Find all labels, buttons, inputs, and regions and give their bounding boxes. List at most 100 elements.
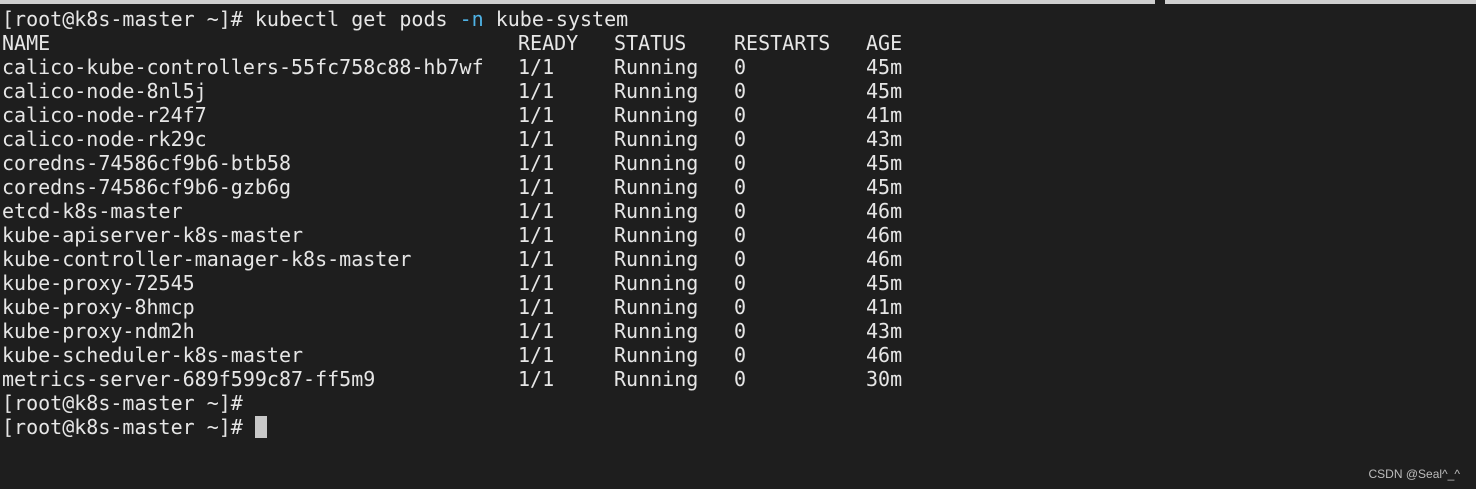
pod-name: calico-kube-controllers-55fc758c88-hb7wf [2, 55, 484, 79]
pod-restarts: 0 [734, 247, 747, 271]
table-row: metrics-server-689f599c87-ff5m9 1/1 Runnin… [2, 367, 1476, 391]
table-row: etcd-k8s-master 1/1 Running 0 46m [2, 199, 1476, 223]
pod-ready: 1/1 [518, 223, 555, 247]
pod-restarts: 0 [734, 103, 747, 127]
pod-age: 41m [866, 103, 903, 127]
pod-age: 45m [866, 175, 903, 199]
text-cursor[interactable] [254, 416, 267, 438]
table-row: coredns-74586cf9b6-gzb6g 1/1 Running 0 45m [2, 175, 1476, 199]
pod-status: Running [614, 271, 699, 295]
pod-age: 46m [866, 343, 903, 367]
table-row: kube-proxy-8hmcp 1/1 Running 0 41m [2, 295, 1476, 319]
terminal-window[interactable]: [root@k8s-master ~]# kubectl get pods -n… [0, 0, 1476, 489]
pod-ready: 1/1 [518, 343, 555, 367]
pod-name: kube-proxy-72545 [2, 271, 195, 295]
pod-name: coredns-74586cf9b6-btb58 [2, 151, 291, 175]
pod-list: calico-kube-controllers-55fc758c88-hb7wf… [2, 55, 1476, 391]
header-name: NAME [2, 31, 51, 55]
command-text: kubectl get pods [254, 7, 460, 31]
pod-age: 45m [866, 151, 903, 175]
shell-prompt-line: [root@k8s-master ~]# [2, 391, 1476, 415]
watermark: CSDN @Seal^_^ [1368, 467, 1460, 481]
pod-age: 45m [866, 271, 903, 295]
pod-ready: 1/1 [518, 55, 555, 79]
pod-name: coredns-74586cf9b6-gzb6g [2, 175, 291, 199]
command-line: [root@k8s-master ~]# kubectl get pods -n… [2, 7, 1476, 31]
table-header: NAME READY STATUS RESTARTS AGE [2, 31, 1476, 55]
pod-ready: 1/1 [518, 271, 555, 295]
pod-age: 46m [866, 199, 903, 223]
header-restarts: RESTARTS [734, 31, 831, 55]
pod-name: kube-controller-manager-k8s-master [2, 247, 412, 271]
pod-ready: 1/1 [518, 367, 555, 391]
pod-name: etcd-k8s-master [2, 199, 183, 223]
table-row: kube-proxy-72545 1/1 Running 0 45m [2, 271, 1476, 295]
pod-name: kube-apiserver-k8s-master [2, 223, 304, 247]
pod-name: metrics-server-689f599c87-ff5m9 [2, 367, 376, 391]
pod-age: 43m [866, 319, 903, 343]
pod-ready: 1/1 [518, 79, 555, 103]
pod-restarts: 0 [734, 319, 747, 343]
table-row: coredns-74586cf9b6-btb58 1/1 Running 0 45m [2, 151, 1476, 175]
shell-prompt: [root@k8s-master ~]# [2, 391, 243, 415]
table-row: calico-node-8nl5j 1/1 Running 0 45m [2, 79, 1476, 103]
table-row: kube-proxy-ndm2h 1/1 Running 0 43m [2, 319, 1476, 343]
pod-age: 45m [866, 55, 903, 79]
pod-name: calico-node-8nl5j [2, 79, 207, 103]
active-prompt-line[interactable]: [root@k8s-master ~]# [2, 415, 1476, 439]
table-row: kube-apiserver-k8s-master 1/1 Running 0 46m [2, 223, 1476, 247]
table-row: calico-kube-controllers-55fc758c88-hb7wf… [2, 55, 1476, 79]
table-row: kube-scheduler-k8s-master 1/1 Running 0 46m [2, 343, 1476, 367]
table-row: calico-node-r24f7 1/1 Running 0 41m [2, 103, 1476, 127]
header-ready: READY [518, 31, 579, 55]
top-edge-segment [0, 0, 1155, 4]
window-top-edge [0, 0, 1476, 6]
pod-restarts: 0 [734, 367, 747, 391]
pod-age: 45m [866, 79, 903, 103]
pod-ready: 1/1 [518, 151, 555, 175]
pod-restarts: 0 [734, 223, 747, 247]
pod-status: Running [614, 343, 699, 367]
pod-status: Running [614, 319, 699, 343]
pod-ready: 1/1 [518, 247, 555, 271]
pod-status: Running [614, 199, 699, 223]
pod-ready: 1/1 [518, 199, 555, 223]
pod-restarts: 0 [734, 199, 747, 223]
pod-status: Running [614, 247, 699, 271]
pod-age: 41m [866, 295, 903, 319]
pod-name: kube-proxy-ndm2h [2, 319, 195, 343]
header-status: STATUS [614, 31, 687, 55]
command-flag: -n [459, 7, 484, 31]
pod-status: Running [614, 175, 699, 199]
top-edge-segment [1165, 0, 1476, 4]
pod-restarts: 0 [734, 343, 747, 367]
pod-restarts: 0 [734, 79, 747, 103]
table-row: calico-node-rk29c 1/1 Running 0 43m [2, 127, 1476, 151]
pod-name: calico-node-rk29c [2, 127, 207, 151]
pod-restarts: 0 [734, 295, 747, 319]
header-age: AGE [866, 31, 903, 55]
pod-status: Running [614, 223, 699, 247]
pod-name: kube-scheduler-k8s-master [2, 343, 304, 367]
table-row: kube-controller-manager-k8s-master 1/1 Run… [2, 247, 1476, 271]
pod-ready: 1/1 [518, 319, 555, 343]
pod-ready: 1/1 [518, 175, 555, 199]
pod-restarts: 0 [734, 175, 747, 199]
pod-age: 30m [866, 367, 903, 391]
pod-name: calico-node-r24f7 [2, 103, 207, 127]
pod-ready: 1/1 [518, 127, 555, 151]
pod-status: Running [614, 103, 699, 127]
pod-name: kube-proxy-8hmcp [2, 295, 195, 319]
pod-status: Running [614, 55, 699, 79]
pod-status: Running [614, 127, 699, 151]
command-argument: kube-system [483, 7, 629, 31]
pod-status: Running [614, 367, 699, 391]
pod-restarts: 0 [734, 271, 747, 295]
pod-status: Running [614, 295, 699, 319]
pod-restarts: 0 [734, 127, 747, 151]
pod-status: Running [614, 79, 699, 103]
shell-prompt: [root@k8s-master ~]# [2, 415, 243, 439]
pod-status: Running [614, 151, 699, 175]
pod-restarts: 0 [734, 55, 747, 79]
shell-prompt: [root@k8s-master ~]# [2, 7, 243, 31]
